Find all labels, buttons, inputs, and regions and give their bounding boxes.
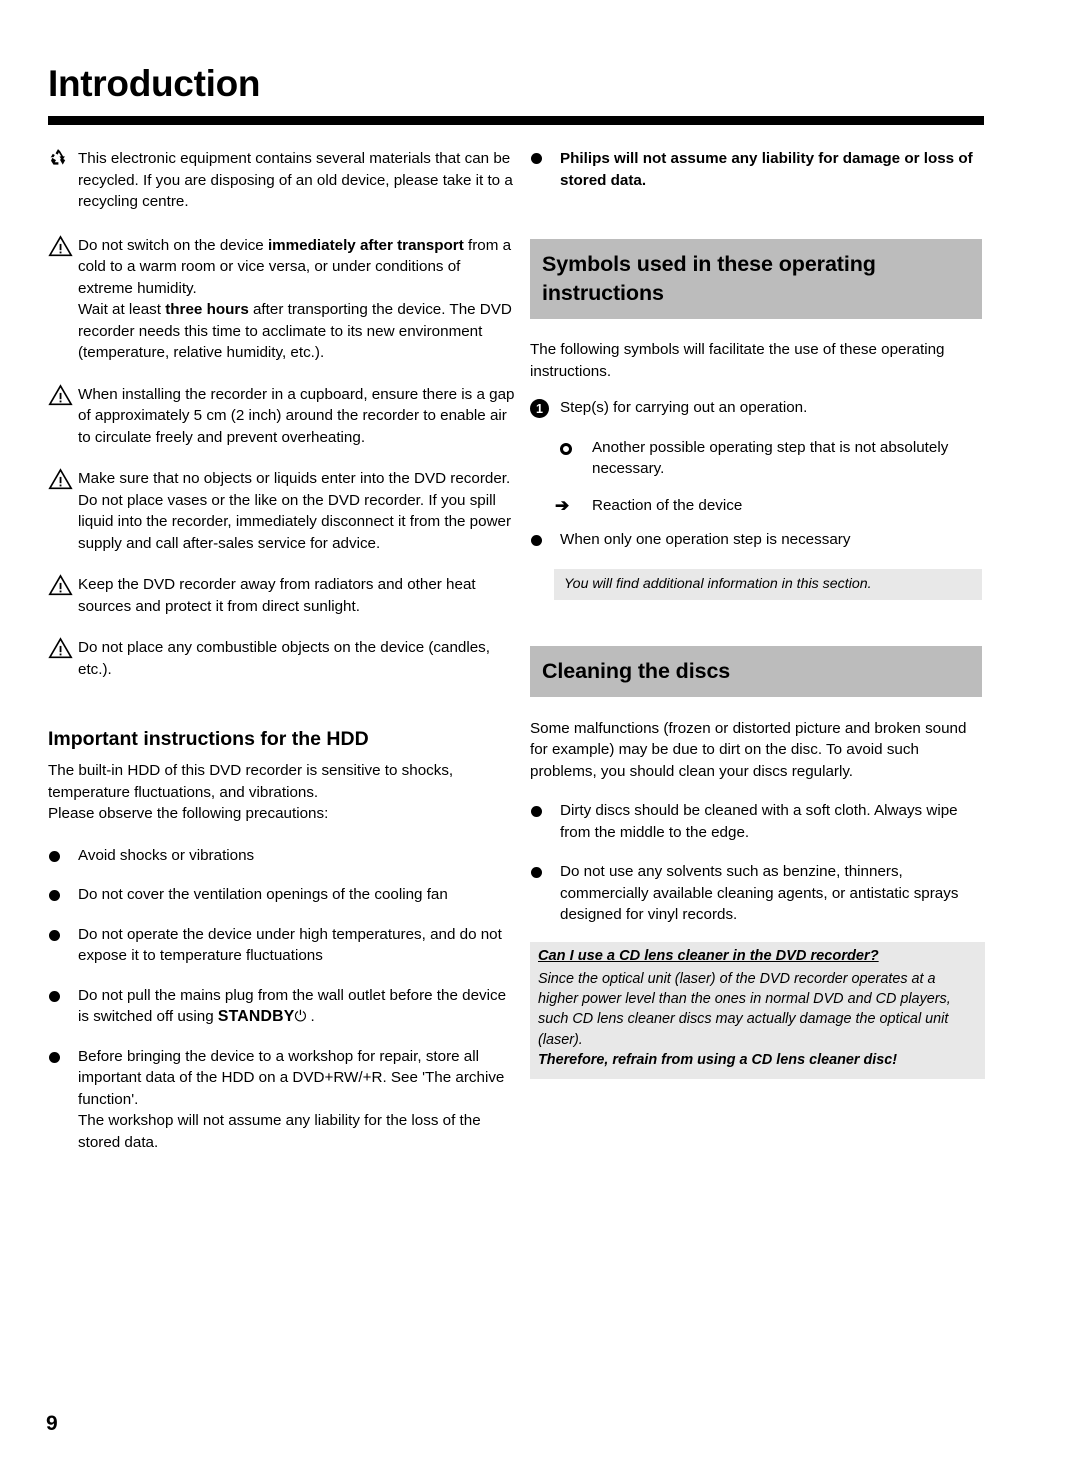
- warning-triangle-icon: [48, 234, 74, 257]
- notice-text-transport-emphasis: immediately after transport: [267, 236, 464, 254]
- faq-note-box: Can I use a CD lens cleaner in the DVD r…: [530, 941, 985, 1079]
- hdd-precaution-workshop: Before bringing the device to a workshop…: [78, 1047, 505, 1108]
- notice-item-philips-liability: Philips will not assume any liability fo…: [530, 148, 985, 191]
- faq-answer-body: Since the optical unit (laser) of the DV…: [538, 970, 951, 1048]
- recycle-icon: [48, 148, 74, 167]
- hdd-precaution-workshop-liability: The workshop will not assume any liabili…: [78, 1112, 481, 1151]
- notice-text-wait-lead: Wait at least: [78, 301, 166, 318]
- list-item: Avoid shocks or vibrations: [48, 845, 518, 867]
- notice-text-philips-liability: Philips will not assume any liability fo…: [560, 150, 973, 189]
- symbol-entry-device-reaction: ➔ Reaction of the device: [530, 495, 985, 517]
- right-column: Philips will not assume any liability fo…: [530, 148, 985, 1079]
- power-icon: ⏻: [294, 1008, 307, 1025]
- subsection-heading-hdd: Important instructions for the HDD: [48, 728, 369, 750]
- section-heading-symbols: Symbols used in these operating instruct…: [530, 239, 982, 319]
- hdd-intro-line-1: The built-in HDD of this DVD recorder is…: [48, 762, 454, 779]
- symbols-intro-paragraph: The following symbols will facilitate th…: [530, 341, 945, 380]
- bullet-dot-icon: [530, 529, 556, 546]
- warning-triangle-icon: [48, 468, 74, 490]
- list-item: Do not use any solvents such as benzine,…: [530, 861, 985, 926]
- bullet-dot-icon: [530, 800, 556, 817]
- bullet-dot-icon: [48, 845, 74, 862]
- bullet-dot-icon: [48, 924, 74, 941]
- cleaning-tip-no-solvents: Do not use any solvents such as benzine,…: [560, 863, 959, 923]
- title-rule-divider: [48, 116, 984, 125]
- faq-question-wrapper: Can I use a CD lens cleaner in the DVD r…: [538, 946, 977, 969]
- list-item: Dirty discs should be cleaned with a sof…: [530, 800, 985, 843]
- notice-text-transport-lead: Do not switch on the device: [78, 236, 268, 254]
- document-page: Introduction This electronic equipment c…: [0, 0, 1080, 1473]
- bullet-dot-icon: [530, 861, 556, 878]
- notice-text-wait-emphasis: three hours: [165, 301, 249, 318]
- bullet-dot-icon: [48, 985, 74, 1002]
- notice-text-heat: Keep the DVD recorder away from radiator…: [78, 576, 476, 615]
- notice-text-combustible: Do not place any combustible objects on …: [78, 639, 490, 678]
- hdd-precaution-shocks: Avoid shocks or vibrations: [78, 846, 255, 864]
- standby-button-label: STANDBY: [217, 1008, 295, 1025]
- faq-answer: Since the optical unit (laser) of the DV…: [538, 969, 977, 1071]
- warning-triangle-icon: [48, 383, 74, 406]
- notice-item-heat: Keep the DVD recorder away from radiator…: [48, 574, 518, 617]
- symbol-text-device-reaction: Reaction of the device: [592, 496, 743, 514]
- page-number: 9: [46, 1412, 58, 1435]
- notice-item-combustible: Do not place any combustible objects on …: [48, 637, 518, 680]
- hdd-intro-paragraph: The built-in HDD of this DVD recorder is…: [48, 760, 518, 825]
- notice-item-transport: Do not switch on the device immediately …: [48, 234, 518, 364]
- hdd-precaution-temperature: Do not operate the device under high tem…: [78, 925, 502, 965]
- symbol-entry-single-step: When only one operation step is necessar…: [530, 529, 985, 551]
- list-item: Do not pull the mains plug from the wall…: [48, 985, 518, 1028]
- symbol-entry-numbered-step: 1 Step(s) for carrying out an operation.: [530, 397, 985, 419]
- cleaning-tip-soft-cloth: Dirty discs should be cleaned with a sof…: [560, 802, 958, 841]
- symbol-text-numbered-step: Step(s) for carrying out an operation.: [560, 399, 808, 416]
- symbol-text-optional-step: Another possible operating step that is …: [592, 438, 949, 478]
- list-item: Before bringing the device to a workshop…: [48, 1046, 518, 1154]
- numbered-circle-icon: 1: [530, 397, 556, 418]
- arrow-right-icon: ➔: [555, 495, 570, 515]
- left-column: This electronic equipment contains sever…: [48, 148, 518, 1171]
- symbol-text-single-step: When only one operation step is necessar…: [560, 531, 851, 548]
- notice-text-liquids: Make sure that no objects or liquids ent…: [78, 470, 512, 552]
- bullet-dot-icon: [530, 148, 556, 164]
- hdd-precaution-ventilation: Do not cover the ventilation openings of…: [78, 886, 448, 903]
- page-title: Introduction: [48, 63, 261, 104]
- section-heading-cleaning: Cleaning the discs: [530, 645, 982, 697]
- list-item: Do not operate the device under high tem…: [48, 924, 518, 967]
- notice-item-liquids: Make sure that no objects or liquids ent…: [48, 468, 518, 554]
- warning-triangle-icon: [48, 637, 74, 659]
- symbol-entry-optional-step: Another possible operating step that is …: [530, 437, 985, 480]
- bullet-dot-icon: [48, 1046, 74, 1063]
- hdd-precaution-mains-tail: .: [306, 1008, 315, 1025]
- faq-answer-emphasis: Therefore, refrain from using a CD lens …: [538, 1052, 898, 1069]
- faq-question: Can I use a CD lens cleaner in the DVD r…: [538, 947, 879, 964]
- list-item: Do not cover the ventilation openings of…: [48, 884, 518, 906]
- warning-triangle-icon: [48, 574, 74, 596]
- hdd-intro-line-2: temperature fluctuations, and vibrations…: [48, 783, 319, 801]
- notice-item-cupboard: When installing the recorder in a cupboa…: [48, 383, 518, 449]
- notice-item-recycling: This electronic equipment contains sever…: [48, 148, 518, 213]
- bullet-dot-icon: [48, 884, 74, 901]
- notice-text-cupboard: When installing the recorder in a cupboa…: [78, 385, 515, 446]
- hollow-bullet-icon: [559, 437, 585, 455]
- info-note-box: You will find additional information in …: [554, 568, 982, 600]
- notice-text-recycling: This electronic equipment contains sever…: [78, 150, 513, 210]
- hdd-intro-line-3: Please observe the following precautions…: [48, 805, 329, 822]
- cleaning-intro-paragraph: Some malfunctions (frozen or distorted p…: [530, 719, 967, 780]
- numbered-circle-label: 1: [530, 399, 549, 418]
